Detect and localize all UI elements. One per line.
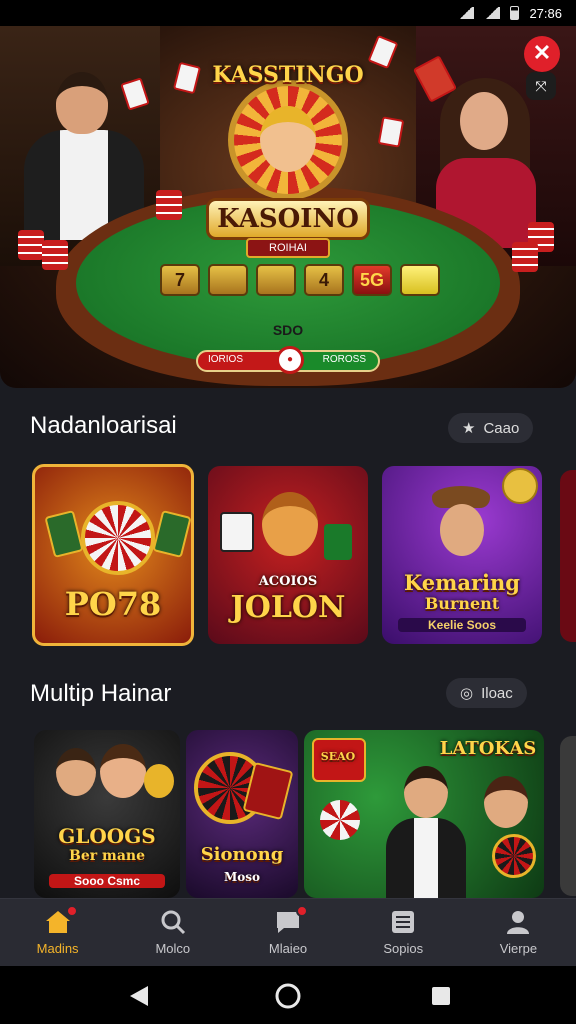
nav-label: Molco [155, 941, 191, 956]
nav-item-list[interactable]: Sopios [346, 899, 461, 966]
action-bar-right-label: ROROSS [322, 354, 366, 365]
home-circle-icon[interactable] [274, 982, 302, 1010]
game-card[interactable]: SEAO LATOKAS [304, 730, 544, 898]
nav-item-profile[interactable]: Vierpe [461, 899, 576, 966]
game-card-title: PO78 [64, 585, 162, 623]
status-time: 27:86 [529, 5, 562, 21]
section-title: Nadanloarisai [30, 412, 177, 439]
game-card[interactable]: PO78 [32, 464, 194, 646]
section-more-label: Caao [483, 419, 520, 437]
signal-icon [484, 7, 501, 19]
hero-action-bar[interactable]: IORIOS ● ROROSS [196, 346, 380, 374]
cowboy-character [440, 504, 484, 556]
slot-tile [208, 264, 248, 296]
chip-stack-icon [512, 242, 538, 272]
system-navigation-bar [0, 966, 576, 1024]
search-icon: ◎ [460, 685, 474, 702]
search-icon [159, 909, 187, 935]
game-card-title: Kemaring [404, 570, 520, 595]
game-card-peek[interactable] [560, 736, 576, 896]
coin-icon [502, 468, 538, 504]
card-symbol-icon [152, 509, 191, 559]
coin-icon [144, 764, 174, 798]
status-bar: 27:86 [0, 0, 576, 26]
nav-item-messages[interactable]: Mlaieo [230, 899, 345, 966]
game-card-subtitle: Moso [223, 870, 261, 884]
chip-stack-icon [18, 230, 44, 260]
game-card-subtitle: Burnent [424, 594, 500, 613]
game-card-peek[interactable] [560, 470, 576, 642]
floating-card-icon [377, 116, 405, 148]
character-face-icon [56, 748, 96, 796]
mascot-face-icon [262, 492, 318, 556]
nav-label: Mlaieo [268, 941, 308, 956]
slot-tile [400, 264, 440, 296]
king-mascot-icon [260, 106, 316, 172]
nav-label: Madins [36, 941, 79, 956]
logo-sub-text: ROIHAI [246, 238, 330, 258]
character-face-icon [100, 744, 146, 798]
action-bar-center-button[interactable]: ● [276, 346, 304, 374]
game-card-tag: Keelie Soos [398, 618, 526, 632]
hero-banner[interactable]: KASSTINGO KASOINO ROIHAI 7 4 5G SDO IORI… [0, 26, 576, 388]
profile-icon [504, 909, 532, 935]
game-card-title: Sionong [200, 844, 284, 865]
game-card-subtitle: Ber mane [69, 848, 145, 864]
nav-label: Sopios [383, 941, 424, 956]
chip-stack-icon [156, 190, 182, 220]
nav-item-search[interactable]: Molco [115, 899, 230, 966]
star-icon: ★ [462, 420, 476, 437]
recents-icon[interactable] [430, 985, 452, 1007]
section-title: Multip Hainar [30, 680, 172, 707]
action-bar-left-label: IORIOS [208, 354, 244, 365]
roulette-wheel-icon [492, 834, 536, 878]
notification-badge [65, 905, 78, 917]
nav-label: Vierpe [499, 941, 538, 956]
table-felt-label: SDO [272, 322, 304, 338]
back-icon[interactable] [128, 984, 150, 1008]
poker-chip-icon [320, 800, 360, 840]
logo-top-text: KASSTINGO [212, 62, 364, 88]
slot-tile: 5G [352, 264, 392, 296]
notification-badge [296, 905, 308, 917]
slot-tiles: 7 4 5G [160, 264, 440, 296]
game-card-title: JOLON [230, 590, 346, 625]
game-card-tag: Sooo Csmc [48, 874, 166, 888]
game-card-title: GLOOGS [58, 824, 156, 848]
home-icon [44, 905, 78, 935]
list-icon [389, 909, 417, 935]
card-symbol-icon [220, 512, 254, 552]
slot-tile: 4 [304, 264, 344, 296]
close-icon[interactable]: ✕ [524, 36, 560, 72]
game-card-subtitle: ACOIOS [258, 574, 318, 589]
slot-tile: 7 [160, 264, 200, 296]
wifi-icon [458, 7, 475, 19]
game-card-title: LATOKAS [439, 738, 537, 759]
battery-icon [510, 6, 520, 20]
logo-main-text: KASOINO [206, 198, 370, 240]
nav-item-home[interactable]: Madins [0, 899, 115, 966]
game-card[interactable]: GLOOGS Ber mane Sooo Csmc [34, 730, 180, 898]
slot-tile [256, 264, 296, 296]
share-icon[interactable]: ⤧ [526, 72, 556, 100]
section-more-button[interactable]: ◎ Iloac [446, 678, 527, 708]
bottom-navigation: Madins Molco Mlaieo Sopios Vierpe [0, 898, 576, 966]
floating-card-icon [172, 61, 202, 95]
game-card-subtitle: SEAO [320, 750, 356, 763]
card-symbol-icon [324, 524, 352, 560]
kasoino-logo: KASSTINGO KASOINO ROIHAI [200, 62, 376, 258]
male-player-illustration [386, 766, 466, 898]
male-dealer-illustration [20, 66, 150, 240]
female-player-illustration [484, 776, 528, 828]
chat-icon [274, 905, 308, 935]
chip-stack-icon [42, 240, 68, 270]
game-card[interactable]: Sionong Moso [186, 730, 298, 898]
game-card[interactable]: Kemaring Burnent Keelie Soos [382, 466, 542, 644]
section-more-button[interactable]: ★ Caao [448, 413, 534, 443]
section-more-label: Iloac [481, 684, 513, 702]
game-card[interactable]: ACOIOS JOLON [208, 466, 368, 644]
roulette-wheel-icon [81, 501, 155, 575]
card-symbol-icon [44, 509, 84, 559]
